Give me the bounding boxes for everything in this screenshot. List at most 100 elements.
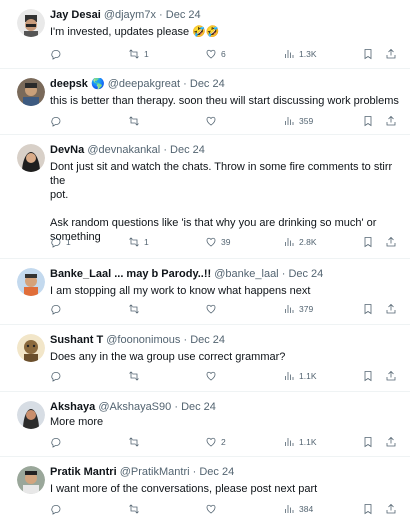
- views-icon: [285, 505, 294, 513]
- author-name[interactable]: Pratik Mantri: [50, 466, 117, 478]
- share-icon: [386, 303, 396, 314]
- author-handle[interactable]: @banke_laal: [214, 268, 278, 280]
- author-name[interactable]: Sushant T: [50, 334, 103, 346]
- like-icon: [206, 504, 216, 514]
- bookmark-button[interactable]: [362, 114, 374, 128]
- reply-button[interactable]: [50, 302, 66, 316]
- repost-button[interactable]: 1: [128, 235, 149, 249]
- avatar[interactable]: [17, 268, 45, 296]
- like-button[interactable]: [205, 302, 221, 316]
- views-icon: [285, 305, 294, 313]
- author-name[interactable]: Jay Desai: [50, 9, 101, 21]
- tweet-text: this is better than therapy. soon theu w…: [50, 95, 399, 107]
- tweet-header: Sushant T @foononimous · Dec 24: [50, 334, 226, 346]
- repost-button[interactable]: [128, 114, 144, 128]
- author-handle[interactable]: @devnakankal: [87, 144, 160, 156]
- like-button[interactable]: [205, 369, 221, 383]
- tweet[interactable]: Sushant T @foononimous · Dec 24 Does any…: [0, 325, 410, 392]
- repost-icon: [129, 371, 139, 381]
- reply-icon: [51, 305, 61, 315]
- share-button[interactable]: [385, 235, 397, 249]
- reply-button[interactable]: [50, 114, 66, 128]
- action-bar: 1 1 39 2.8K: [50, 235, 400, 249]
- tweet-date[interactable]: Dec 24: [181, 401, 216, 413]
- reply-button[interactable]: [50, 47, 66, 61]
- bookmark-button[interactable]: [362, 369, 374, 383]
- views-button[interactable]: 384: [283, 502, 313, 516]
- tweet-date[interactable]: Dec 24: [288, 268, 323, 280]
- views-button[interactable]: 1.1K: [283, 369, 317, 383]
- views-icon: [285, 438, 294, 446]
- like-icon: [206, 437, 216, 447]
- author-name[interactable]: Akshaya: [50, 401, 95, 413]
- like-button[interactable]: 2: [205, 435, 226, 449]
- avatar[interactable]: [17, 144, 45, 172]
- repost-button[interactable]: [128, 435, 144, 449]
- tweet-date[interactable]: Dec 24: [199, 466, 234, 478]
- like-button[interactable]: 39: [205, 235, 230, 249]
- share-button[interactable]: [385, 47, 397, 61]
- author-handle[interactable]: @djaym7x: [104, 9, 156, 21]
- repost-button[interactable]: 1: [128, 47, 149, 61]
- views-button[interactable]: 2.8K: [283, 235, 317, 249]
- author-handle[interactable]: @PratikMantri: [120, 466, 190, 478]
- author-name[interactable]: DevNa: [50, 144, 84, 156]
- like-icon: [206, 304, 216, 314]
- author-name[interactable]: Banke_Laal ... may b Parody..!!: [50, 268, 211, 280]
- share-button[interactable]: [385, 502, 397, 516]
- like-button[interactable]: 6: [205, 47, 226, 61]
- share-button[interactable]: [385, 435, 397, 449]
- tweet[interactable]: Jay Desai @djaym7x · Dec 24 I'm invested…: [0, 0, 410, 69]
- views-button[interactable]: 359: [283, 114, 313, 128]
- action-bar: 359: [50, 114, 400, 128]
- views-button[interactable]: 1.1K: [283, 435, 317, 449]
- tweet[interactable]: DevNa @devnakankal · Dec 24 Dont just si…: [0, 135, 410, 259]
- repost-button[interactable]: [128, 502, 144, 516]
- bookmark-button[interactable]: [362, 435, 374, 449]
- share-button[interactable]: [385, 114, 397, 128]
- tweet[interactable]: Pratik Mantri @PratikMantri · Dec 24 I w…: [0, 457, 410, 527]
- action-bar: 379: [50, 302, 400, 316]
- share-button[interactable]: [385, 302, 397, 316]
- author-name[interactable]: deepsk: [50, 78, 88, 90]
- bookmark-button[interactable]: [362, 235, 374, 249]
- views-icon: [285, 372, 294, 380]
- reply-button[interactable]: [50, 435, 66, 449]
- tweet-header: Akshaya @AkshayaS90 · Dec 24: [50, 401, 216, 413]
- like-button[interactable]: [205, 114, 221, 128]
- tweet-date[interactable]: Dec 24: [170, 144, 205, 156]
- action-bar: 384: [50, 502, 400, 516]
- views-button[interactable]: 1.3K: [283, 47, 317, 61]
- tweet[interactable]: Akshaya @AkshayaS90 · Dec 24 More more 2…: [0, 392, 410, 457]
- author-handle[interactable]: @deepakgreat: [108, 78, 180, 90]
- reply-button[interactable]: [50, 369, 66, 383]
- repost-icon: [129, 304, 139, 314]
- avatar[interactable]: [17, 9, 45, 37]
- avatar[interactable]: [17, 334, 45, 362]
- views-icon: [285, 117, 294, 125]
- bookmark-button[interactable]: [362, 502, 374, 516]
- bookmark-button[interactable]: [362, 302, 374, 316]
- repost-button[interactable]: [128, 369, 144, 383]
- bookmark-button[interactable]: [362, 47, 374, 61]
- avatar[interactable]: [17, 78, 45, 106]
- avatar[interactable]: [17, 401, 45, 429]
- reply-icon: [51, 50, 61, 60]
- action-bar: 1.1K: [50, 369, 400, 383]
- tweet-date[interactable]: Dec 24: [166, 9, 201, 21]
- like-button[interactable]: [205, 502, 221, 516]
- tweet[interactable]: deepsk 🌎 @deepakgreat · Dec 24 this is b…: [0, 69, 410, 135]
- tweet-date[interactable]: Dec 24: [190, 78, 225, 90]
- reply-button[interactable]: 1: [50, 235, 71, 249]
- repost-button[interactable]: [128, 302, 144, 316]
- tweet[interactable]: Banke_Laal ... may b Parody..!! @banke_l…: [0, 259, 410, 325]
- tweet-text: Dont just sit and watch the chats. Throw…: [50, 161, 393, 243]
- views-button[interactable]: 379: [283, 302, 313, 316]
- reply-button[interactable]: [50, 502, 66, 516]
- share-icon: [386, 115, 396, 126]
- avatar[interactable]: [17, 466, 45, 494]
- share-button[interactable]: [385, 369, 397, 383]
- author-handle[interactable]: @AkshayaS90: [98, 401, 171, 413]
- tweet-date[interactable]: Dec 24: [190, 334, 225, 346]
- author-handle[interactable]: @foononimous: [106, 334, 180, 346]
